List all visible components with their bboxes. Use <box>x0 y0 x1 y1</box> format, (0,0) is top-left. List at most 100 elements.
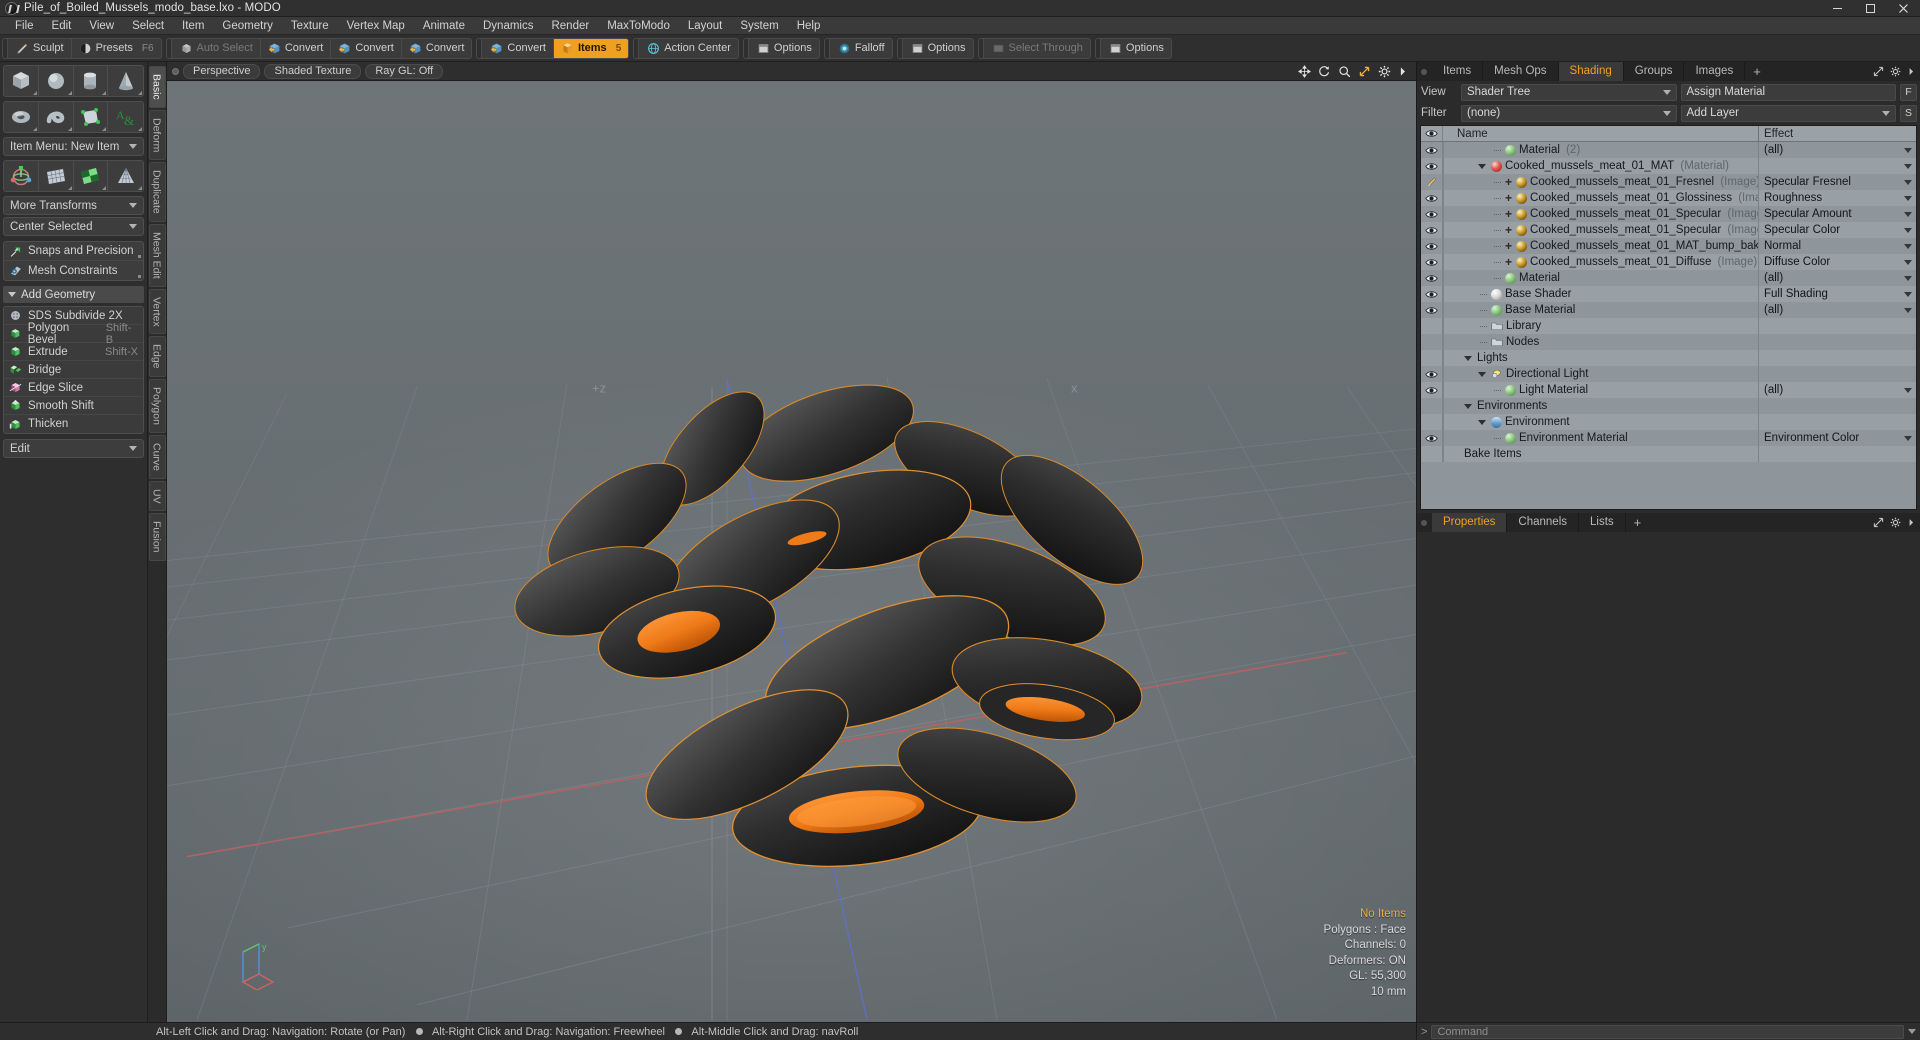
eye-icon-cell[interactable] <box>1421 382 1443 398</box>
gear-icon[interactable] <box>1890 66 1901 77</box>
brush-icon[interactable] <box>1426 176 1438 188</box>
options-button-1[interactable]: Options <box>750 39 819 58</box>
filter-s-button[interactable]: S <box>1900 104 1917 122</box>
select-through-button[interactable]: Select Through <box>985 39 1090 58</box>
tree-row-effect[interactable]: Specular Fresnel <box>1758 174 1916 190</box>
chevron-down-icon[interactable] <box>1478 419 1486 425</box>
primitive-text-button[interactable]: A & <box>108 102 143 132</box>
tree-row-effect[interactable]: (all) <box>1758 142 1916 158</box>
eye-icon[interactable] <box>1425 370 1438 379</box>
shader-tree-rows[interactable]: Material (2) (all) Cooked_mussels_meat_01_… <box>1421 142 1916 509</box>
eye-icon-cell[interactable] <box>1421 254 1443 270</box>
vtab-duplicate[interactable]: Duplicate <box>148 162 166 222</box>
chevron-down-icon[interactable] <box>1904 243 1912 249</box>
eye-icon[interactable] <box>1425 306 1438 315</box>
menu-edit[interactable]: Edit <box>43 17 81 35</box>
add-bottom-tab-button[interactable]: + <box>1626 515 1650 530</box>
eye-icon[interactable] <box>1425 162 1438 171</box>
eye-icon-cell[interactable] <box>1421 286 1443 302</box>
gear-icon[interactable] <box>1890 517 1901 528</box>
chevron-down-icon[interactable] <box>1904 147 1912 153</box>
add-layer-dropdown[interactable]: Add Layer <box>1680 104 1896 122</box>
add-geometry-section-header[interactable]: Add Geometry <box>3 286 144 303</box>
eye-icon[interactable] <box>1425 386 1438 395</box>
vtab-basic[interactable]: Basic <box>148 66 166 108</box>
chevron-down-icon[interactable] <box>1904 307 1912 313</box>
shader-tree-row[interactable]: Bake Items <box>1421 446 1916 462</box>
shader-tree-row[interactable]: Environment Material Environment Color <box>1421 430 1916 446</box>
primitive-cone-button[interactable] <box>108 66 143 96</box>
tab-groups[interactable]: Groups <box>1624 62 1685 81</box>
tool-smooth-shift[interactable]: Smooth Shift <box>4 397 143 415</box>
more-transforms-dropdown[interactable]: More Transforms <box>3 196 144 215</box>
viewport-raygl-selector[interactable]: Ray GL: Off <box>365 63 444 79</box>
tree-row-effect[interactable]: Roughness <box>1758 190 1916 206</box>
eye-icon-cell[interactable] <box>1421 222 1443 238</box>
chevron-down-icon[interactable] <box>1464 355 1472 361</box>
primitive-cube-button[interactable] <box>4 66 39 96</box>
tab-channels[interactable]: Channels <box>1507 513 1580 532</box>
menu-system[interactable]: System <box>731 17 787 35</box>
shader-tree-row[interactable]: Environment <box>1421 414 1916 430</box>
menu-texture[interactable]: Texture <box>282 17 338 35</box>
vtab-fusion[interactable]: Fusion <box>148 513 166 561</box>
tab-images[interactable]: Images <box>1684 62 1746 81</box>
sculpt-button[interactable]: Sculpt <box>9 38 72 58</box>
menu-view[interactable]: View <box>80 17 123 35</box>
convert-button-1[interactable]: Convert <box>261 38 332 58</box>
eye-icon[interactable] <box>1425 146 1438 155</box>
mesh-constraints-button[interactable]: Mesh Constraints <box>4 261 143 280</box>
shader-tree-row[interactable]: Light Material (all) <box>1421 382 1916 398</box>
menu-animate[interactable]: Animate <box>414 17 474 35</box>
tool-polygon-bevel[interactable]: Polygon Bevel Shift-B <box>4 322 143 346</box>
panel-menu-dot[interactable] <box>1421 519 1427 526</box>
eye-icon[interactable] <box>1425 226 1438 235</box>
eye-icon-cell[interactable] <box>1421 366 1443 382</box>
menu-file[interactable]: File <box>6 17 43 35</box>
shader-tree-row[interactable]: + Cooked_mussels_meat_01_Specular (Image)… <box>1421 222 1916 238</box>
primitive-torus-button[interactable] <box>4 102 39 132</box>
transform-gizmo-button[interactable] <box>4 161 39 191</box>
menu-item[interactable]: Item <box>173 17 213 35</box>
expand-plus-icon[interactable]: + <box>1505 207 1512 221</box>
eye-icon-cell[interactable] <box>1421 142 1443 158</box>
assign-material-button[interactable]: Assign Material <box>1680 83 1896 101</box>
viewport-projection-selector[interactable]: Perspective <box>183 63 261 79</box>
maximize-button[interactable] <box>1854 0 1887 17</box>
3d-viewport[interactable]: +z x y No Items Polygons: Face Channels… <box>167 81 1416 1022</box>
filter-dropdown[interactable]: (none) <box>1461 104 1677 122</box>
chevron-down-icon[interactable] <box>1904 211 1912 217</box>
add-tab-button[interactable]: + <box>1745 64 1769 79</box>
vtab-vertex[interactable]: Vertex <box>148 288 166 335</box>
eye-icon-cell[interactable] <box>1421 430 1443 446</box>
menu-geometry[interactable]: Geometry <box>213 17 282 35</box>
chevron-down-icon[interactable] <box>1904 291 1912 297</box>
options-button-3[interactable]: Options <box>1102 39 1171 58</box>
rotate-icon[interactable] <box>1318 65 1331 78</box>
toolbar-grip[interactable] <box>634 38 640 58</box>
vtab-curve[interactable]: Curve <box>148 434 166 479</box>
menu-select[interactable]: Select <box>123 17 173 35</box>
options-button-2[interactable]: Options <box>904 39 973 58</box>
chevron-down-icon[interactable] <box>1908 1029 1916 1034</box>
chevron-down-icon[interactable] <box>1904 179 1912 185</box>
primitive-cylinder-button[interactable] <box>73 66 109 96</box>
close-button[interactable] <box>1887 0 1920 17</box>
panel-menu-dot[interactable] <box>1421 68 1427 75</box>
chevron-down-icon[interactable] <box>1904 195 1912 201</box>
fit-icon[interactable] <box>1358 65 1371 78</box>
shader-tree-row[interactable]: Nodes <box>1421 334 1916 350</box>
vtab-uv[interactable]: UV <box>148 480 166 512</box>
tree-row-effect[interactable]: (all) <box>1758 270 1916 286</box>
chevron-right-icon[interactable] <box>1907 517 1915 528</box>
tree-row-effect[interactable]: Normal <box>1758 238 1916 254</box>
tree-row-effect[interactable]: Specular Amount <box>1758 206 1916 222</box>
tree-row-effect[interactable] <box>1758 158 1916 174</box>
view-dropdown[interactable]: Shader Tree <box>1461 83 1677 101</box>
vtab-edge[interactable]: Edge <box>148 336 166 377</box>
menu-dynamics[interactable]: Dynamics <box>474 17 542 35</box>
item-menu-dropdown[interactable]: Item Menu: New Item <box>3 137 144 156</box>
viewport-shading-selector[interactable]: Shaded Texture <box>264 63 362 79</box>
toolbar-grip[interactable] <box>166 38 172 58</box>
tab-properties[interactable]: Properties <box>1432 513 1508 532</box>
